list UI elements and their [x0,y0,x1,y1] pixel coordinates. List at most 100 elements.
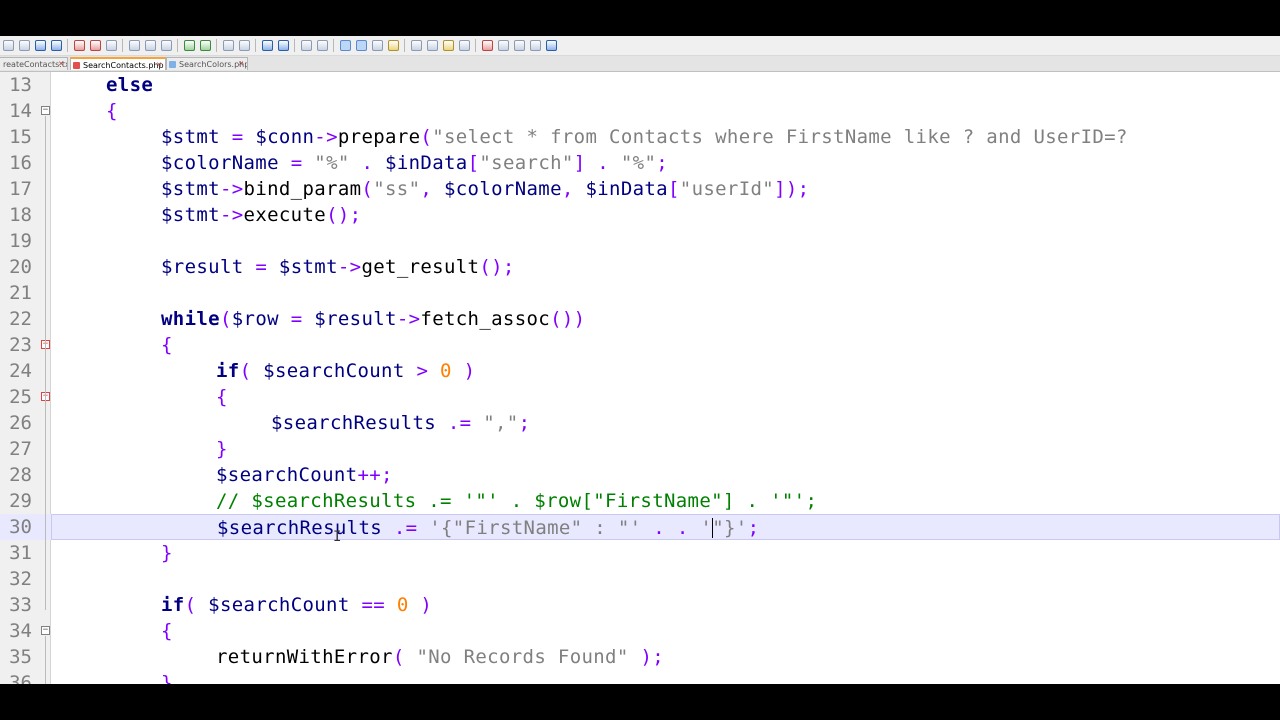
code-line[interactable]: 22 while($row = $result->fetch_assoc()) [0,306,1280,332]
zoom-in-icon[interactable] [261,40,273,51]
code-line[interactable]: 30 $searchResults .= '{"FirstName" : "' .… [0,514,1280,540]
line-number: 13 [9,74,32,96]
run-macro-icon[interactable] [529,40,541,51]
code-line[interactable]: 34− { [0,618,1280,644]
fold-toggle-icon[interactable]: − [41,626,50,635]
undo-icon[interactable] [183,40,195,51]
close-icon[interactable]: ✕ [155,61,163,69]
monitor-icon[interactable] [458,40,470,51]
code-text-area[interactable]: { [51,332,1280,358]
code-line[interactable]: 26 $searchResults .= ","; [0,410,1280,436]
stop-macro-icon[interactable] [497,40,509,51]
code-text-area[interactable]: $searchCount++; [51,462,1280,488]
code-text: { [106,98,118,124]
code-editor[interactable]: 13 else 14−{15 $stmt = $conn->prepare("sele… [0,72,1280,684]
sync-h-icon[interactable] [316,40,328,51]
print-icon[interactable] [105,40,117,51]
open-icon[interactable] [18,40,30,51]
sync-v-icon[interactable] [300,40,312,51]
token-str: '{"FirstName" : "' [429,517,642,539]
token-op: ); [640,646,665,668]
redo-icon[interactable] [199,40,211,51]
code-text-area[interactable]: $stmt->bind_param("ss", $colorName, $inD… [51,176,1280,202]
code-text-area[interactable]: while($row = $result->fetch_assoc()) [51,306,1280,332]
line-number: 21 [9,282,32,304]
code-line[interactable]: 13 else [0,72,1280,98]
code-text-area[interactable] [51,566,1280,592]
token-str: ' [700,517,713,539]
find-icon[interactable] [222,40,234,51]
new-file-icon[interactable] [2,40,14,51]
code-line[interactable]: 23−{ [0,332,1280,358]
doc-map-icon[interactable] [410,40,422,51]
lang-icon[interactable] [387,40,399,51]
tab-searchcolors[interactable]: SearchColors.php ✕ [166,57,248,70]
code-text: $stmt->bind_param("ss", $colorName, $inD… [161,176,809,202]
code-text-area[interactable]: } [51,670,1280,684]
code-line[interactable]: 15 $stmt = $conn->prepare("select * from … [0,124,1280,150]
code-line[interactable]: 17 $stmt->bind_param("ss", $colorName, $i… [0,176,1280,202]
zoom-out-icon[interactable] [277,40,289,51]
code-line[interactable]: 29 // $searchResults .= '"' . $row["First… [0,488,1280,514]
code-line[interactable]: 20 $result = $stmt->get_result(); [0,254,1280,280]
code-text-area[interactable]: } [51,540,1280,566]
code-text-area[interactable]: $searchResults .= '{"FirstName" : "' . .… [51,514,1280,540]
save-all-icon[interactable] [50,40,62,51]
indent-guide-icon[interactable] [371,40,383,51]
tab-searchcontacts[interactable]: SearchContacts.php ✕ [70,57,166,70]
code-text-area[interactable]: $searchResults .= ","; [51,410,1280,436]
code-text-area[interactable]: if( $searchCount > 0 ) [51,358,1280,384]
code-line[interactable]: 35 returnWithError( "No Records Found" ); [0,644,1280,670]
code-text-area[interactable]: if( $searchCount == 0 ) [51,592,1280,618]
code-text-area[interactable]: $colorName = "%" . $inData["search"] . "… [51,150,1280,176]
code-text-area[interactable]: // $searchResults .= '"' . $row["FirstNa… [51,488,1280,514]
code-text-area[interactable]: { [51,98,1280,124]
letterbox-bottom [0,684,1280,720]
code-text-area[interactable]: $stmt = $conn->prepare("select * from Co… [51,124,1280,150]
letterbox-top [0,0,1280,36]
code-line[interactable]: 31} [0,540,1280,566]
record-macro-icon[interactable] [481,40,493,51]
code-line[interactable]: 36} [0,670,1280,684]
code-line[interactable]: 28 $searchCount++; [0,462,1280,488]
cut-icon[interactable] [128,40,140,51]
code-text-area[interactable]: { [51,384,1280,410]
close-icon[interactable]: ✕ [237,60,245,68]
save-macro-icon[interactable] [545,40,557,51]
play-macro-icon[interactable] [513,40,525,51]
code-text-area[interactable]: { [51,618,1280,644]
code-text-area[interactable] [51,280,1280,306]
code-line[interactable]: 14− { [0,98,1280,124]
code-line[interactable]: 27} [0,436,1280,462]
folder-icon[interactable] [442,40,454,51]
code-line[interactable]: 19 [0,228,1280,254]
function-list-icon[interactable] [426,40,438,51]
code-text-area[interactable]: $stmt->execute(); [51,202,1280,228]
close-icon[interactable] [73,40,85,51]
code-text-area[interactable]: } [51,436,1280,462]
code-line[interactable]: 33 if( $searchCount == 0 ) [0,592,1280,618]
replace-icon[interactable] [238,40,250,51]
word-wrap-icon[interactable] [339,40,351,51]
fold-toggle-icon[interactable]: − [41,106,50,115]
tab-createcontacts[interactable]: reateContacts.txt ✕ [0,57,68,70]
token-txt: prepare [337,126,421,148]
close-icon[interactable]: ✕ [57,60,65,68]
copy-icon[interactable] [144,40,156,51]
code-text-area[interactable] [51,228,1280,254]
close-all-icon[interactable] [89,40,101,51]
code-line[interactable]: 25−{ [0,384,1280,410]
code-line[interactable]: 32 [0,566,1280,592]
code-text-area[interactable]: else [51,72,1280,98]
notepad-plus-plus-window: reateContacts.txt ✕ SearchContacts.php ✕… [0,36,1280,684]
paste-icon[interactable] [160,40,172,51]
code-text-area[interactable]: $result = $stmt->get_result(); [51,254,1280,280]
code-line[interactable]: 24 if( $searchCount > 0 ) [0,358,1280,384]
code-line[interactable]: 16 $colorName = "%" . $inData["search"] .… [0,150,1280,176]
save-icon[interactable] [34,40,46,51]
code-line[interactable]: 21 [0,280,1280,306]
code-text-area[interactable]: returnWithError( "No Records Found" ); [51,644,1280,670]
code-line[interactable]: 18 $stmt->execute(); [0,202,1280,228]
show-all-chars-icon[interactable] [355,40,367,51]
